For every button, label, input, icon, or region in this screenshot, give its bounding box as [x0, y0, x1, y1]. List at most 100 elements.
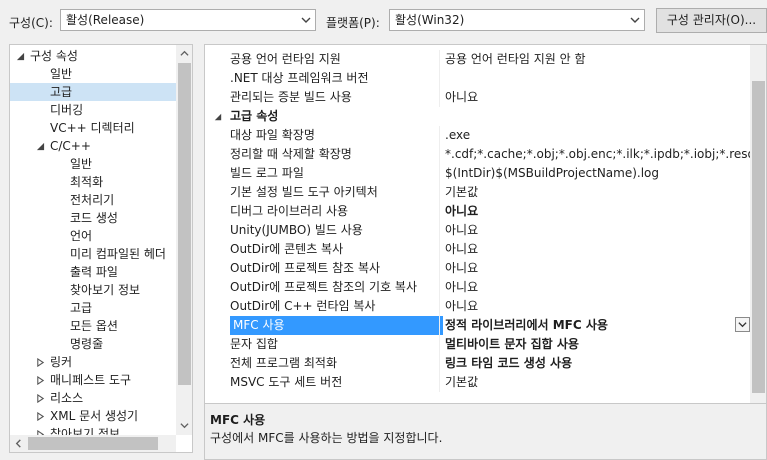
property-row[interactable]: 문자 집합 멀티바이트 문자 집합 사용	[205, 335, 750, 354]
tree-item-label: VC++ 디렉터리	[50, 121, 135, 135]
property-row[interactable]: OutDir에 C++ 런타임 복사 아니요	[205, 297, 750, 316]
property-row[interactable]: 공용 언어 런타임 지원 공용 언어 런타임 지원 안 함	[205, 50, 750, 69]
tree-item[interactable]: XML 문서 생성기	[37, 407, 139, 425]
column-divider	[439, 145, 440, 164]
property-row[interactable]: 디버그 라이브러리 사용 아니요	[205, 202, 750, 221]
property-value[interactable]: *.cdf;*.cache;*.obj;*.obj.enc;*.ilk;*.ip…	[445, 145, 750, 164]
property-value[interactable]: 링크 타임 코드 생성 사용	[445, 354, 750, 373]
tree-item[interactable]: 찾아보기 정보	[70, 281, 140, 299]
property-value[interactable]: 아니요	[445, 278, 750, 297]
property-row[interactable]: 정리할 때 삭제할 확장명 *.cdf;*.cache;*.obj;*.obj.e…	[205, 145, 750, 164]
property-row[interactable]: OutDir에 프로젝트 참조 복사 아니요	[205, 259, 750, 278]
tree-item-label: 링커	[50, 355, 73, 369]
grid-vertical-scrollbar[interactable]	[750, 45, 766, 403]
property-name: 빌드 로그 파일	[230, 166, 304, 180]
column-divider	[439, 316, 440, 335]
collapsed-arrow-icon[interactable]	[36, 358, 45, 367]
property-value[interactable]: 공용 언어 런타임 지원 안 함	[445, 50, 750, 69]
tree-item-label: 미리 컴파일된 헤더	[70, 247, 166, 261]
property-name: 디버그 라이브러리 사용	[230, 204, 349, 218]
tree-item[interactable]: C/C++	[36, 137, 91, 155]
configuration-value: 활성(Release)	[66, 13, 145, 27]
tree-item[interactable]: 일반	[50, 65, 72, 83]
property-row[interactable]: 전체 프로그램 최적화 링크 타임 코드 생성 사용	[205, 354, 750, 373]
property-value[interactable]: 기본값	[445, 183, 750, 202]
scroll-left-icon[interactable]	[14, 439, 23, 448]
value-dropdown-button[interactable]	[735, 317, 750, 332]
tree-item[interactable]: 리소스	[37, 389, 83, 407]
tree-item[interactable]: 매니페스트 도구	[37, 371, 131, 389]
property-row[interactable]: OutDir에 콘텐츠 복사 아니요	[205, 240, 750, 259]
tree-item-label: XML 문서 생성기	[50, 409, 139, 423]
property-value[interactable]: 아니요	[445, 240, 750, 259]
column-divider	[439, 221, 440, 240]
property-row[interactable]: OutDir에 프로젝트 참조의 기호 복사 아니요	[205, 278, 750, 297]
tree-item[interactable]: 디버깅	[50, 101, 83, 119]
configuration-combo[interactable]: 활성(Release)	[60, 9, 316, 31]
property-name: MFC 사용	[230, 316, 443, 335]
column-divider	[439, 69, 440, 88]
expanded-arrow-icon[interactable]	[16, 52, 25, 61]
property-value[interactable]: $(IntDir)$(MSBuildProjectName).log	[445, 164, 750, 183]
tree-item[interactable]: 일반	[70, 155, 92, 173]
property-row[interactable]: 빌드 로그 파일 $(IntDir)$(MSBuildProjectName).l…	[205, 164, 750, 183]
scroll-down-icon[interactable]	[180, 421, 189, 430]
column-divider	[439, 335, 440, 354]
tree-item[interactable]: 모든 옵션	[70, 317, 118, 335]
tree-item[interactable]: VC++ 디렉터리	[50, 119, 135, 137]
tree-scroll-thumb[interactable]	[178, 63, 191, 385]
property-value[interactable]: .exe	[445, 126, 750, 145]
tree-item-label: 명령줄	[70, 337, 104, 351]
property-row[interactable]: MFC 사용 정적 라이브러리에서 MFC 사용	[205, 316, 750, 335]
tree-item-label: 언어	[70, 229, 93, 243]
property-value[interactable]: 기본값	[445, 373, 750, 392]
config-manager-button[interactable]: 구성 관리자(O)...	[656, 8, 767, 33]
property-value[interactable]: 아니요	[445, 297, 750, 316]
tree-item[interactable]: 구성 속성	[16, 47, 78, 65]
property-row[interactable]: MSVC 도구 세트 버전 기본값	[205, 373, 750, 392]
tree-item-label: 찾아보기 정보	[70, 283, 141, 297]
property-row[interactable]: 대상 파일 확장명 .exe	[205, 126, 750, 145]
grid-scroll-thumb[interactable]	[752, 81, 765, 393]
expanded-arrow-icon[interactable]	[214, 113, 222, 121]
tree-item-label: C/C++	[50, 139, 91, 153]
expanded-arrow-icon[interactable]	[36, 142, 45, 151]
column-divider	[439, 164, 440, 183]
tree-item[interactable]: 출력 파일	[70, 263, 118, 281]
property-row[interactable]: 기본 설정 빌드 도구 아키텍처 기본값	[205, 183, 750, 202]
tree-item[interactable]: 링커	[37, 353, 73, 371]
tree-horizontal-scrollbar[interactable]	[10, 435, 176, 452]
property-value[interactable]: 아니요	[445, 259, 750, 278]
tree-item[interactable]: 최적화	[70, 173, 103, 191]
property-value[interactable]: 정적 라이브러리에서 MFC 사용	[445, 316, 750, 335]
tree-item-label: 코드 생성	[70, 211, 118, 225]
property-row[interactable]: .NET 대상 프레임워크 버전	[205, 69, 750, 88]
tree-item[interactable]: 언어	[70, 227, 92, 245]
collapsed-arrow-icon[interactable]	[36, 412, 45, 421]
platform-combo[interactable]: 활성(Win32)	[389, 9, 645, 31]
collapsed-arrow-icon[interactable]	[36, 376, 45, 385]
property-value[interactable]: 아니요	[445, 221, 750, 240]
property-row[interactable]: 관리되는 증분 빌드 사용 아니요	[205, 88, 750, 107]
tree-hscroll-thumb[interactable]	[28, 437, 158, 450]
tree-item[interactable]: 미리 컴파일된 헤더	[70, 245, 166, 263]
tree-vertical-scrollbar[interactable]	[176, 45, 192, 435]
description-pane: MFC 사용 구성에서 MFC를 사용하는 방법을 지정합니다.	[204, 404, 767, 460]
tree-item[interactable]: 고급	[70, 299, 92, 317]
property-value[interactable]: 아니요	[445, 202, 750, 221]
tree-item[interactable]: 코드 생성	[70, 209, 118, 227]
category-header[interactable]: 고급 속성	[205, 107, 750, 126]
property-value[interactable]: 멀티바이트 문자 집합 사용	[445, 335, 750, 354]
property-name: 문자 집합	[230, 337, 278, 351]
tree-item-label: 최적화	[70, 175, 104, 189]
property-value[interactable]	[445, 69, 750, 88]
scroll-up-icon[interactable]	[180, 49, 189, 58]
tree-item[interactable]: 명령줄	[70, 335, 103, 353]
property-row[interactable]: Unity(JUMBO) 빌드 사용 아니요	[205, 221, 750, 240]
property-value[interactable]: 아니요	[445, 88, 750, 107]
collapsed-arrow-icon[interactable]	[36, 394, 45, 403]
tree-item[interactable]: 전처리기	[70, 191, 114, 209]
tree-item-label: 고급	[70, 301, 93, 315]
tree-item-label: 출력 파일	[70, 265, 118, 279]
tree-item[interactable]: 고급	[10, 83, 176, 101]
